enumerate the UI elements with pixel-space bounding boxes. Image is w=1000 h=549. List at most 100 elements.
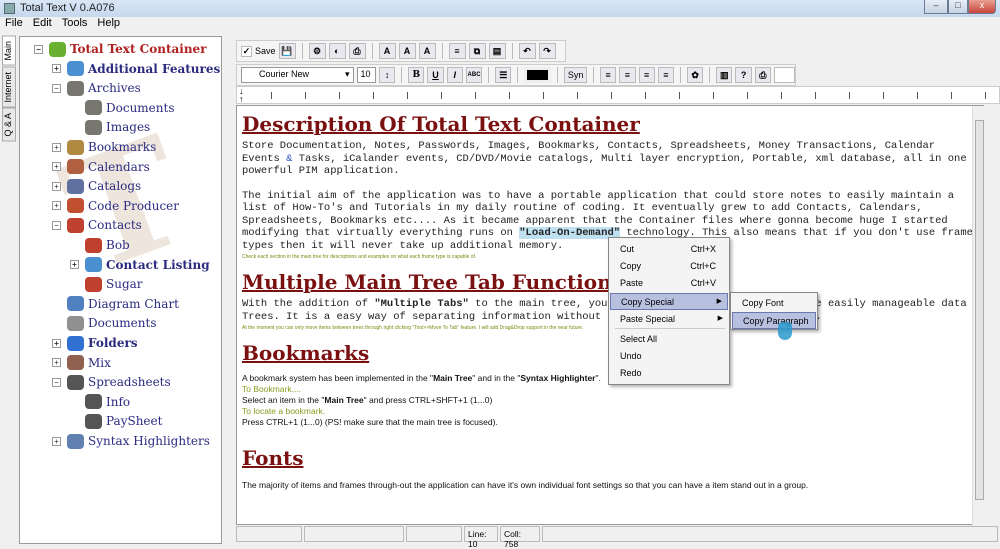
save-icon[interactable]: 💾 [278,43,296,59]
tab-internet[interactable]: Internet [2,66,16,108]
tree-node-icon [67,61,84,77]
tree-item[interactable]: Images [70,118,150,136]
menu-file[interactable]: File [0,16,28,29]
tree-item[interactable]: + Code Producer [52,197,179,215]
tree-item[interactable]: Bob [70,236,130,254]
tab-main[interactable]: Main [2,36,16,66]
tree-item[interactable]: Documents [52,314,156,332]
status-col: Coll: 758 [500,526,540,549]
palette-icon[interactable]: ✿ [686,67,704,83]
size-select[interactable]: 10 [356,67,376,83]
expand-icon[interactable]: + [52,142,61,152]
tree-item[interactable]: PaySheet [70,412,162,430]
menu-item-paste-special[interactable]: Paste Special ▶ [610,311,728,328]
redo-icon[interactable]: ↷ [538,43,556,59]
tree-item[interactable]: Documents [70,99,174,117]
main-tree[interactable]: T − Total Text Container + Additional Featu… [19,36,222,544]
menu-item-copy-font[interactable]: Copy Font [732,295,816,312]
syntax-select[interactable]: Syn [564,67,588,83]
document-icon[interactable]: ≡ [448,43,466,59]
bg-color-picker[interactable] [773,67,795,83]
underline-button[interactable]: U [427,67,444,83]
justify-icon[interactable]: ≡ [657,67,675,83]
tree-item[interactable]: Diagram Chart [52,295,179,313]
scrollbar-thumb[interactable] [975,120,984,500]
tree-item[interactable]: − Spreadsheets [52,373,171,391]
tree-item[interactable]: − Archives [52,79,141,97]
tree-item[interactable]: + Contact Listing [70,256,210,274]
bold-button[interactable]: B [408,67,425,83]
insert-icon[interactable]: A [378,43,396,59]
menu-item-undo[interactable]: Undo [610,348,728,365]
chart-icon[interactable]: ▥ [716,67,733,83]
print-icon[interactable]: ⎙ [348,43,366,59]
expand-icon[interactable]: + [52,181,61,191]
menu-item-copy-special[interactable]: Copy Special ▶ [610,293,728,310]
close-button[interactable]: x [968,0,996,14]
menu-item-copy-paragraph[interactable]: Copy Paragraph [732,312,816,329]
collapse-icon[interactable]: − [52,83,61,93]
expand-icon[interactable]: + [52,338,61,348]
tree-item[interactable]: + Bookmarks [52,138,156,156]
menu-item-copy[interactable]: Copy Ctrl+C [610,258,728,275]
color-picker[interactable] [524,67,552,83]
font-value: Courier New [259,69,310,79]
align-right-icon[interactable]: ≡ [638,67,655,83]
menu-item-redo[interactable]: Redo [610,365,728,382]
ruler-tick [509,92,510,99]
menu-tools[interactable]: Tools [57,16,93,29]
tree-node-icon [67,335,84,351]
heading-fonts: Fonts [242,446,304,470]
menu-item-label: Paste Special [620,314,676,324]
collapse-icon[interactable]: − [52,377,61,387]
tree-item[interactable]: + Syntax Highlighters [52,432,210,450]
copy-icon[interactable]: ⧉ [468,43,486,59]
expand-icon[interactable]: + [70,260,79,270]
expand-icon[interactable]: + [52,64,61,74]
tree-item[interactable]: Info [70,393,130,411]
menu-item-cut[interactable]: Cut Ctrl+X [610,241,728,258]
indent-markers-icon[interactable]: ↓ ↑ [239,87,244,104]
paste-icon[interactable]: ▤ [488,43,506,59]
encrypt-icon[interactable]: ⚙ [308,43,326,59]
undo-icon[interactable]: ↶ [518,43,536,59]
tree-item[interactable]: + Calendars [52,158,150,176]
collapse-icon[interactable]: − [34,44,43,54]
minimize-button[interactable]: – [924,0,948,14]
tree-item[interactable]: Sugar [70,275,143,293]
menu-item-paste[interactable]: Paste Ctrl+V [610,275,728,292]
bullets-icon[interactable]: ☰ [495,67,512,83]
vertical-scrollbar[interactable] [972,106,986,526]
maximize-button[interactable]: □ [948,0,968,14]
expand-icon[interactable]: + [52,162,61,172]
help-icon[interactable]: ? [735,67,752,83]
collapse-icon[interactable]: − [52,220,61,230]
menu-item-select-all[interactable]: Select All [610,331,728,348]
insert-red-icon[interactable]: A [398,43,416,59]
ruler[interactable]: ↓ ↑ [236,86,1000,104]
font-select[interactable]: Courier New ▾ [241,67,354,83]
tree-item[interactable]: + Mix [52,354,111,372]
expand-icon[interactable]: + [52,358,61,368]
tree-item[interactable]: + Folders [52,334,138,352]
save-checkbox[interactable]: ✓ [241,45,252,57]
strike-button[interactable]: ABC [465,67,483,83]
ruler-tick [475,92,476,99]
print-preview-icon[interactable]: ⎙ [754,67,771,83]
italic-button[interactable]: I [446,67,463,83]
ruler-tick [815,92,816,99]
expand-icon[interactable]: + [52,436,61,446]
menu-help[interactable]: Help [92,16,125,29]
menu-edit[interactable]: Edit [28,16,57,29]
tab-qa[interactable]: Q & A [2,108,16,142]
tree-item[interactable]: + Additional Features [52,60,220,78]
align-center-icon[interactable]: ≡ [619,67,636,83]
align-left-icon[interactable]: ≡ [600,67,617,83]
font-size-icon[interactable]: ↕ [378,67,396,83]
open-icon[interactable]: ◐ [328,43,346,59]
tree-item[interactable]: + Catalogs [52,177,141,195]
tree-item[interactable]: − Contacts [52,216,142,234]
insert-plus-icon[interactable]: A [418,43,436,59]
expand-icon[interactable]: + [52,201,61,211]
tree-item[interactable]: − Total Text Container [34,40,207,58]
